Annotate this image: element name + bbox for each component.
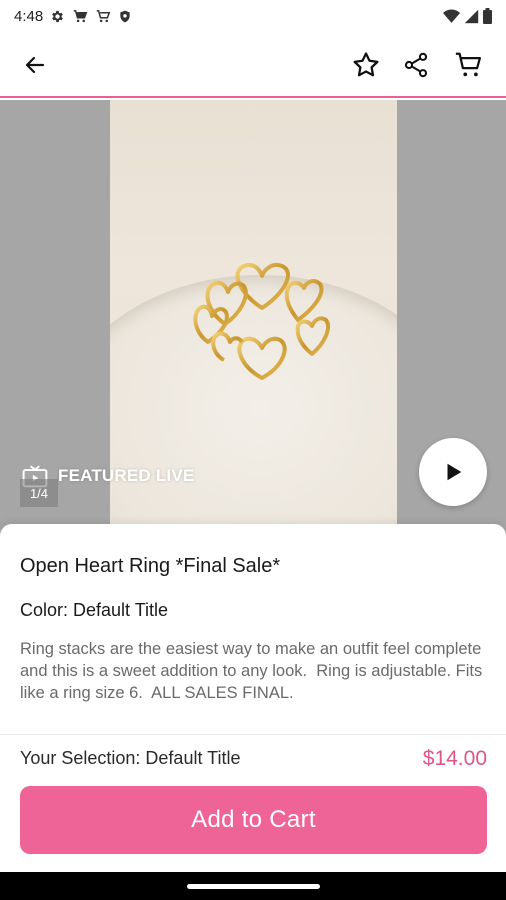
product-details-sheet: Open Heart Ring *Final Sale* Color: Defa… bbox=[0, 524, 506, 872]
status-bar: 4:48 bbox=[0, 0, 506, 32]
play-icon bbox=[447, 463, 462, 481]
play-video-button[interactable] bbox=[419, 438, 487, 506]
cart-icon bbox=[95, 9, 111, 24]
home-gesture-bar[interactable] bbox=[187, 884, 320, 889]
selection-summary: Your Selection: Default Title bbox=[20, 748, 241, 768]
status-left: 4:48 bbox=[14, 8, 132, 25]
gear-icon bbox=[50, 9, 65, 24]
product-image-carousel[interactable]: FEATURED LIVE 1/4 bbox=[0, 100, 506, 540]
product-title: Open Heart Ring *Final Sale* bbox=[20, 555, 281, 577]
cart-icon bbox=[72, 9, 88, 24]
shield-icon bbox=[118, 9, 132, 24]
wifi-icon bbox=[443, 8, 460, 24]
battery-icon bbox=[483, 8, 492, 24]
back-button[interactable] bbox=[13, 43, 57, 87]
star-icon bbox=[353, 52, 379, 77]
status-time: 4:48 bbox=[14, 7, 44, 25]
add-to-cart-button[interactable]: Add to Cart bbox=[20, 786, 487, 854]
product-description: Ring stacks are the easiest way to make … bbox=[20, 640, 487, 702]
image-counter: 1/4 bbox=[20, 479, 58, 507]
arrow-left-icon bbox=[25, 56, 45, 74]
signal-icon bbox=[464, 9, 479, 24]
heart-ring-image bbox=[193, 263, 331, 380]
share-icon bbox=[404, 52, 428, 78]
favorite-button[interactable] bbox=[344, 43, 388, 87]
color-option: Color: Default Title bbox=[20, 600, 169, 620]
cart-icon bbox=[455, 52, 481, 77]
product-price: $14.00 bbox=[422, 747, 487, 770]
share-button[interactable] bbox=[394, 43, 438, 87]
system-nav-bar bbox=[0, 872, 506, 900]
divider bbox=[0, 734, 506, 735]
featured-live-label: FEATURED LIVE bbox=[58, 466, 195, 485]
cart-button[interactable] bbox=[447, 43, 491, 87]
app-bar bbox=[0, 32, 506, 98]
status-right bbox=[443, 8, 492, 24]
product-screen: 4:48 FEATURED LIVE 1/4 Open Heart Ring *… bbox=[0, 0, 506, 872]
